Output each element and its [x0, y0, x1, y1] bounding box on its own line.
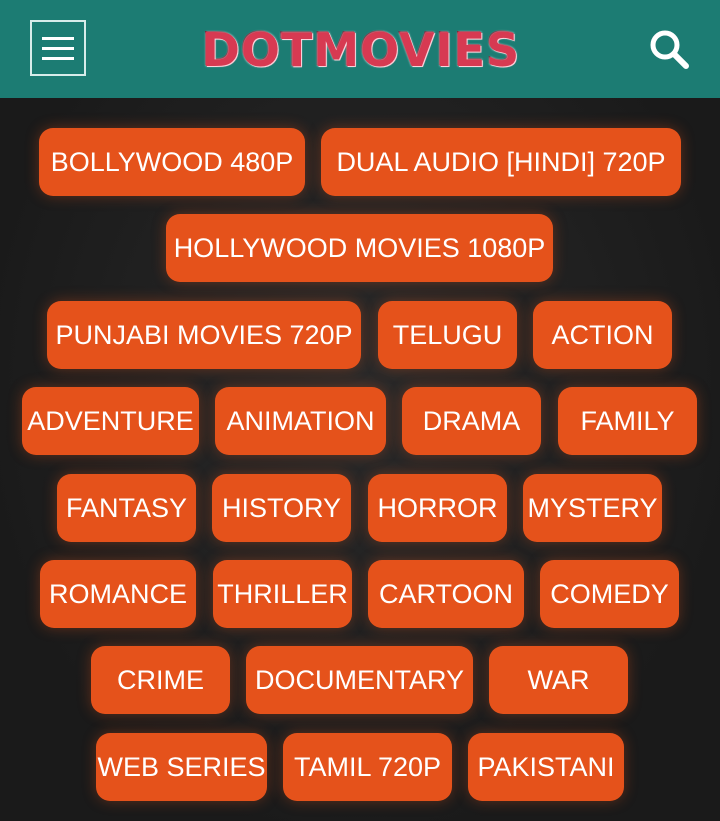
category-tag-dual-audio-hindi-720p[interactable]: DUAL AUDIO [HINDI] 720P: [321, 128, 681, 196]
category-tag-horror[interactable]: HORROR: [368, 474, 507, 542]
category-tag-web-series[interactable]: WEB SERIES: [96, 733, 267, 801]
category-tag-mystery[interactable]: MYSTERY: [523, 474, 662, 542]
category-tag-drama[interactable]: DRAMA: [402, 387, 541, 455]
category-tag-family[interactable]: FAMILY: [558, 387, 697, 455]
category-tag-comedy[interactable]: COMEDY: [540, 560, 679, 628]
category-tag-cloud: BOLLYWOOD 480P DUAL AUDIO [HINDI] 720P HOL…: [0, 98, 720, 821]
category-tag-war[interactable]: WAR: [489, 646, 628, 714]
category-tag-documentary[interactable]: DOCUMENTARY: [246, 646, 473, 714]
category-tag-crime[interactable]: CRIME: [91, 646, 230, 714]
category-tag-hollywood-movies-1080p[interactable]: HOLLYWOOD MOVIES 1080P: [166, 214, 553, 282]
site-header: DOTMOVIES: [0, 0, 720, 98]
category-tag-tamil-720p[interactable]: TAMIL 720P: [283, 733, 452, 801]
category-tag-pakistani[interactable]: PAKISTANI: [468, 733, 624, 801]
category-tag-cartoon[interactable]: CARTOON: [368, 560, 524, 628]
menu-bar: [42, 46, 74, 50]
menu-bar: [42, 36, 74, 40]
category-tag-fantasy[interactable]: FANTASY: [57, 474, 196, 542]
category-tag-history[interactable]: HISTORY: [212, 474, 351, 542]
category-tag-romance[interactable]: ROMANCE: [40, 560, 196, 628]
hamburger-menu-button[interactable]: [30, 20, 86, 76]
category-tag-adventure[interactable]: ADVENTURE: [22, 387, 199, 455]
menu-bar: [42, 56, 74, 60]
search-icon: [650, 30, 689, 69]
logo-text: DOTMOVIES: [201, 23, 521, 77]
search-button[interactable]: [648, 28, 690, 70]
category-tag-animation[interactable]: ANIMATION: [215, 387, 386, 455]
category-tag-action[interactable]: ACTION: [533, 301, 672, 369]
category-tag-punjabi-movies-720p[interactable]: PUNJABI MOVIES 720P: [47, 301, 361, 369]
category-tag-bollywood-480p[interactable]: BOLLYWOOD 480P: [39, 128, 305, 196]
category-tag-thriller[interactable]: THRILLER: [213, 560, 352, 628]
category-tag-telugu[interactable]: TELUGU: [378, 301, 517, 369]
site-logo[interactable]: DOTMOVIES: [196, 22, 526, 78]
